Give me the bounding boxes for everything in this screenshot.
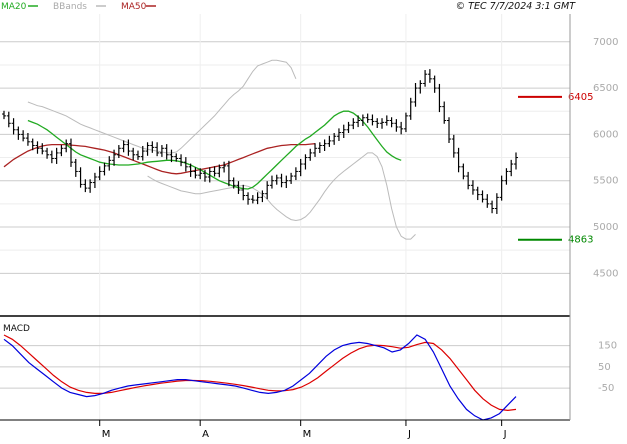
macd-grid: [0, 345, 570, 389]
x-axis: MAMJJ: [99, 420, 507, 440]
x-tick-label: A: [202, 429, 209, 440]
macd-y-axis: 150 50 -50: [598, 341, 617, 395]
price-tick-label: 4500: [593, 268, 618, 279]
legend: MA20 BBands MA50: [1, 2, 156, 12]
price-tick-label: 5000: [593, 222, 618, 233]
price-tick-label: 6000: [593, 129, 618, 140]
price-tick-label: 7000: [593, 37, 618, 48]
level-label: 6405: [568, 92, 593, 103]
x-tick-label: J: [407, 429, 411, 440]
macd-title: MACD: [3, 324, 30, 334]
x-tick-label: M: [102, 429, 111, 440]
macd-tick-label: -50: [598, 383, 614, 394]
chart-svg: MA20 BBands MA50 © TEC 7/7/2024 3:1 GMT 45…: [0, 1, 618, 440]
macd-lines: [3, 334, 517, 421]
x-tick-label: M: [303, 429, 312, 440]
macd-panel: 150 50 -50 MACD: [0, 324, 617, 421]
macd-tick-label: 50: [598, 362, 611, 373]
legend-label: BBands: [53, 2, 87, 12]
price-panel: 4500 5000 5500 6000 6500 7000 6405 4863: [0, 14, 618, 420]
legend-label: MA20: [1, 2, 27, 12]
x-tick-label: J: [503, 429, 507, 440]
copyright-text: © TEC 7/7/2024 3:1 GMT: [456, 1, 577, 12]
price-panel-bg: [0, 14, 570, 315]
price-y-axis: 4500 5000 5500 6000 6500 7000: [593, 37, 618, 280]
macd-signal-line: [3, 334, 517, 412]
stock-chart: MA20 BBands MA50 © TEC 7/7/2024 3:1 GMT 45…: [0, 0, 627, 440]
price-tick-label: 6500: [593, 83, 618, 94]
legend-label: MA50: [121, 2, 147, 12]
macd-tick-label: 150: [598, 341, 617, 352]
level-label: 4863: [568, 235, 593, 246]
price-tick-label: 5500: [593, 176, 618, 187]
